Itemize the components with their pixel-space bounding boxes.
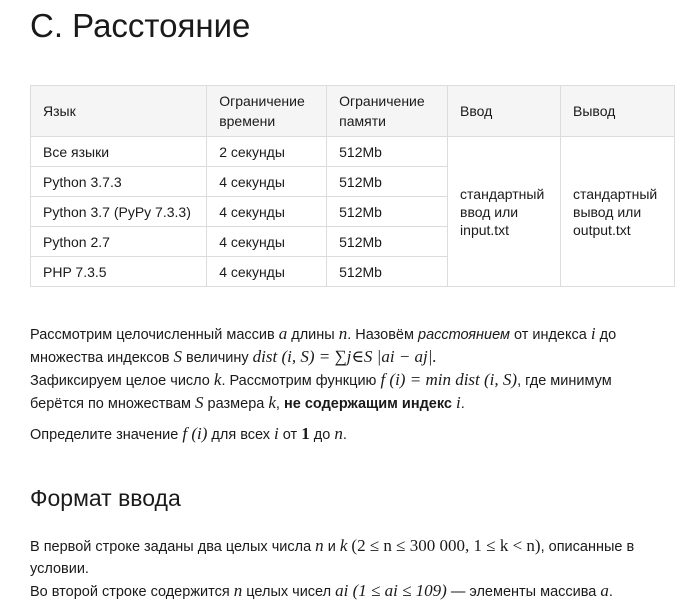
statement-text: , где минимум (517, 373, 612, 389)
input-format-text: Во второй строке содержится (30, 584, 234, 600)
statement-text: до (595, 327, 617, 343)
statement-emphasis: расстоянием (418, 327, 510, 343)
math-var: k (339, 536, 348, 555)
statement-text: . (342, 427, 347, 443)
dist-formula: dist (i, S) = ∑j∈S |ai − aj|. (252, 347, 437, 366)
math-var: n (233, 581, 243, 600)
cell-time: 4 секунды (206, 226, 328, 257)
cell-input: стандартный ввод или input.txt (447, 136, 562, 287)
header-time-limit: Ограничение времени (206, 85, 328, 137)
math-var: a (278, 324, 288, 343)
cell-time: 4 секунды (206, 166, 328, 197)
math-var: S (195, 393, 204, 412)
f-formula: f (i) = min dist (i, S) (380, 370, 518, 389)
input-format-text: . (608, 584, 613, 600)
cell-language: PHP 7.3.5 (29, 256, 208, 287)
input-format-text: — элементы массива (446, 584, 601, 600)
math-var: k (268, 393, 276, 412)
statement-text: для всех (207, 427, 275, 443)
statement-text: берётся по множествам (30, 396, 196, 412)
statement-text: до (309, 427, 335, 443)
header-output: Вывод (560, 85, 675, 137)
statement-text: Определите значение (30, 427, 183, 443)
math-var: n (334, 424, 343, 443)
statement-paragraph-2: Определите значение f (i) для всех i от … (30, 423, 670, 446)
statement-text: длины (287, 327, 339, 343)
statement-text: Рассмотрим целочисленный массив (30, 327, 279, 343)
cell-language: Python 3.7.3 (29, 166, 208, 197)
cell-language: Все языки (29, 136, 208, 167)
input-format-text: и (323, 539, 340, 555)
math-var: n (338, 324, 348, 343)
limits-table: Язык Ограничение времени Ограничение пам… (29, 85, 675, 287)
cell-language: Python 3.7 (PyPy 7.3.3) (29, 196, 208, 227)
math-var: n (315, 536, 324, 555)
limits-header-row: Язык Ограничение времени Ограничение пам… (29, 85, 675, 137)
math-var: a (600, 581, 609, 600)
cell-time: 4 секунды (206, 256, 328, 287)
statement-text: , (275, 396, 284, 412)
cell-time: 2 секунды (206, 136, 328, 167)
f-formula: f (i) (182, 424, 208, 443)
cell-output: стандартный вывод или output.txt (560, 136, 675, 287)
statement-text: . Назовём (347, 327, 418, 343)
cell-memory: 512Mb (326, 196, 449, 227)
cell-language: Python 2.7 (29, 226, 208, 257)
statement-text: Зафиксируем целое число (30, 373, 214, 389)
statement-text: от индекса (509, 327, 591, 343)
constraints-formula: (2 ≤ n ≤ 300 000, 1 ≤ k < n) (351, 536, 541, 555)
statement-text: . Рассмотрим функцию (221, 373, 381, 389)
input-format-heading: Формат ввода (30, 485, 181, 511)
problem-title: C. Расстояние (30, 7, 251, 44)
math-var: S (173, 347, 183, 366)
cell-memory: 512Mb (326, 136, 449, 167)
statement-strong: не содержащим индекс (283, 396, 452, 412)
statement-text: величину (182, 350, 253, 366)
input-format-text: условии. (30, 561, 89, 577)
input-format-text: целых чисел (242, 584, 336, 600)
input-format-text: В первой строке заданы два целых числа (30, 539, 316, 555)
math-number: 1 (301, 424, 310, 443)
header-input: Ввод (447, 85, 562, 137)
cell-time: 4 секунды (206, 196, 328, 227)
statement-text: множества индексов (30, 350, 174, 366)
element-constraints-formula: ai (1 ≤ ai ≤ 109) (335, 581, 447, 600)
cell-memory: 512Mb (326, 256, 449, 287)
input-format-text: , описанные в (540, 539, 635, 555)
header-memory-limit: Ограничение памяти (326, 85, 449, 137)
cell-memory: 512Mb (326, 226, 449, 257)
statement-paragraph-1: Рассмотрим целочисленный массив a длины … (30, 323, 670, 415)
table-row: Все языки 2 секунды 512Mb стандартный вв… (29, 136, 675, 287)
cell-memory: 512Mb (326, 166, 449, 197)
header-language: Язык (29, 85, 208, 137)
statement-text: . (460, 396, 465, 412)
statement-text: размера (203, 396, 269, 412)
input-format-paragraph: В первой строке заданы два целых числа n… (30, 535, 670, 603)
statement-text: от (278, 427, 302, 443)
